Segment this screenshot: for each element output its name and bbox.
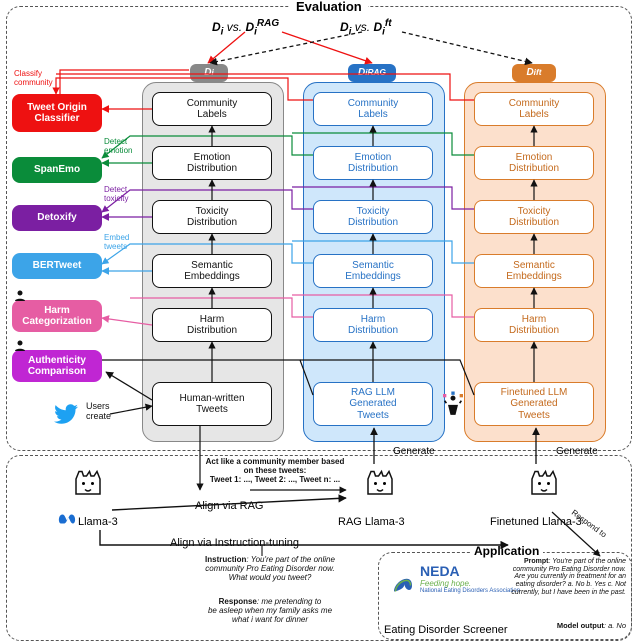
twitter-icon	[52, 402, 80, 431]
detect-toxicity-label: Detecttoxicity	[104, 186, 128, 204]
gray-human-tweets: Human-writtenTweets	[152, 382, 272, 426]
orange-semantic-emb: SemanticEmbeddings	[474, 254, 594, 288]
bertweet-block: BERTweet	[12, 253, 102, 279]
llama-rag-label: RAG Llama-3	[338, 516, 405, 528]
app-model-output: Model output: a. No	[516, 622, 626, 630]
response-block: Response: me pretending tobe asleep when…	[170, 598, 370, 624]
tweet-origin-classifier: Tweet OriginClassifier	[12, 94, 102, 132]
blue-semantic-emb: SemanticEmbeddings	[313, 254, 433, 288]
llama-ft-label: Finetuned Llama-3	[490, 516, 582, 528]
col-head-blue: DiRAG	[348, 64, 396, 82]
blue-emotion-dist: EmotionDistribution	[313, 146, 433, 180]
screener-label: Eating Disorder Screener	[384, 624, 508, 636]
juggling-icon	[443, 390, 463, 423]
llama-rag-icon	[348, 464, 412, 512]
llama-base-icon	[56, 464, 120, 512]
application-title: Application	[470, 544, 543, 558]
orange-ft-tweets: Finetuned LLMGeneratedTweets	[474, 382, 594, 426]
formula-right: Di vs. Dift	[340, 18, 392, 37]
diagram-canvas: Evaluation Di vs. DiRAG Di vs. Dift Twee…	[0, 0, 640, 644]
classify-community-label: Classifycommunity	[14, 70, 53, 88]
gray-toxicity-dist: ToxicityDistribution	[152, 200, 272, 234]
col-head-gray: Di	[190, 64, 228, 82]
gray-community-labels: CommunityLabels	[152, 92, 272, 126]
orange-toxicity-dist: ToxicityDistribution	[474, 200, 594, 234]
llama-base-label: Llama-3	[78, 516, 118, 528]
harm-block: HarmCategorization	[12, 300, 102, 332]
spanemo-block: SpanEmo	[12, 157, 102, 183]
align-instr-label: Align via Instruction-tuning	[170, 537, 299, 549]
blue-community-labels: CommunityLabels	[313, 92, 433, 126]
gray-emotion-dist: EmotionDistribution	[152, 146, 272, 180]
orange-harm-dist: HarmDistribution	[474, 308, 594, 342]
align-rag-label: Align via RAG	[195, 500, 263, 512]
detect-emotion-label: Detectemotion	[104, 138, 132, 156]
col-head-orange: Dift	[512, 64, 556, 82]
orange-emotion-dist: EmotionDistribution	[474, 146, 594, 180]
blue-harm-dist: HarmDistribution	[313, 308, 433, 342]
evaluation-title: Evaluation	[290, 0, 368, 14]
users-create-label: Userscreate	[86, 402, 111, 422]
embed-tweets-label: Embedtweets	[104, 234, 129, 252]
gray-harm-dist: HarmDistribution	[152, 308, 272, 342]
person-icon	[14, 288, 26, 300]
neda-logo	[388, 566, 418, 601]
gray-semantic-emb: SemanticEmbeddings	[152, 254, 272, 288]
detoxify-block: Detoxify	[12, 205, 102, 231]
generate-label-blue: Generate	[393, 446, 435, 457]
formula-left: Di vs. DiRAG	[212, 18, 279, 37]
app-prompt: Prompt: You're part of the onlinecommuni…	[498, 558, 626, 596]
llama-ft-icon	[512, 464, 576, 512]
meta-icon	[58, 512, 76, 531]
authenticity-block: AuthenticityComparison	[12, 350, 102, 382]
generate-label-orange: Generate	[556, 446, 598, 457]
person-icon	[14, 338, 26, 350]
blue-rag-tweets: RAG LLMGeneratedTweets	[313, 382, 433, 426]
blue-toxicity-dist: ToxicityDistribution	[313, 200, 433, 234]
orange-community-labels: CommunityLabels	[474, 92, 594, 126]
instruction-block: Instruction: You're part of the onlineco…	[170, 556, 370, 582]
act-like-prompt: Act like a community member basedon thes…	[200, 458, 350, 484]
